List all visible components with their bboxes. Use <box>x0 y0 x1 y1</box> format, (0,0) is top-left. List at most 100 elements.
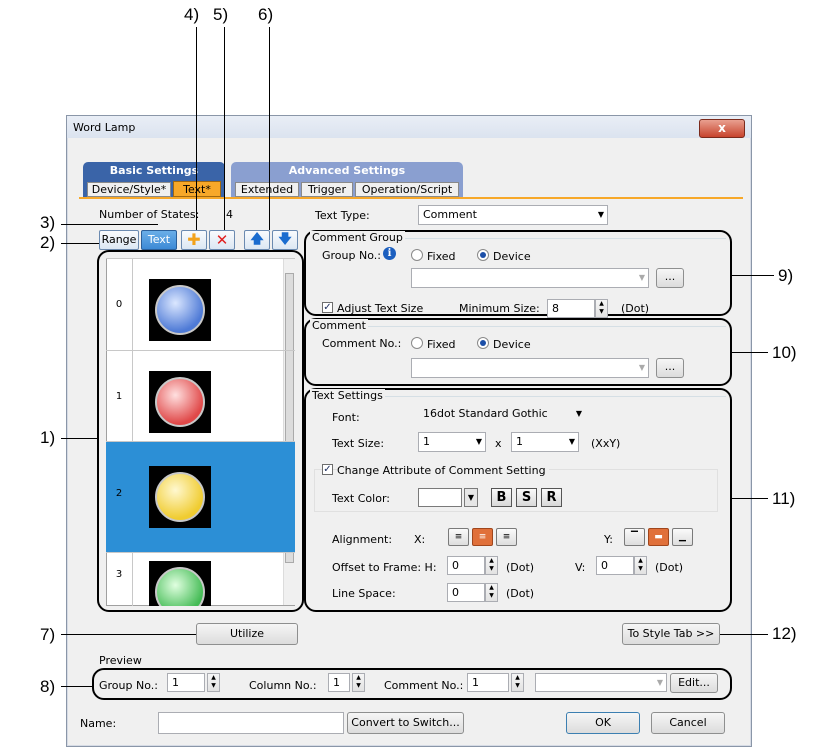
tab-device-style[interactable]: Device/Style* <box>87 182 171 197</box>
preview-column-spinner[interactable]: ▲ ▼ <box>352 673 365 692</box>
align-top-icon: ▔ <box>631 532 638 542</box>
font-label: Font: <box>332 411 360 424</box>
align-right-button[interactable]: ≡ <box>496 528 517 546</box>
alignment-x-label: X: <box>414 533 426 546</box>
change-attribute-checkbox[interactable]: ✓ <box>322 464 333 475</box>
callout-3: 3) <box>40 213 56 232</box>
group-fixed-label: Fixed <box>427 250 456 263</box>
leader-line-7 <box>61 634 196 635</box>
leader-line-4 <box>196 27 197 230</box>
leader-line-12 <box>720 634 768 635</box>
offset-h-input[interactable]: 0 <box>447 556 485 575</box>
group-browse-button[interactable]: ... <box>656 268 684 288</box>
align-middle-icon: ▬ <box>654 532 663 542</box>
comment-line <box>312 326 726 327</box>
text-size-x-value: 1 <box>423 435 430 448</box>
group-device-radio[interactable]: Device <box>477 249 531 263</box>
add-state-button[interactable]: ✚ <box>181 230 207 250</box>
text-button[interactable]: Text <box>141 230 177 250</box>
times-label: x <box>495 437 502 450</box>
text-color-dropdown[interactable]: ▼ <box>464 488 478 507</box>
edit-button[interactable]: Edit... <box>670 673 718 693</box>
adjust-text-size-checkbox[interactable]: ✓ <box>322 302 333 313</box>
preview-comment-spinner[interactable]: ▲ ▼ <box>511 673 524 692</box>
text-type-select[interactable]: Comment ▼ <box>418 205 608 225</box>
leader-line-11 <box>732 498 768 499</box>
move-up-button[interactable]: 🡅 <box>244 230 270 250</box>
range-button[interactable]: Range <box>99 230 139 250</box>
arrow-up-icon: 🡅 <box>250 232 264 247</box>
font-select[interactable]: 16dot Standard Gothic ▼ <box>418 404 586 424</box>
align-bottom-button[interactable]: ▁ <box>672 528 693 546</box>
align-right-icon: ≡ <box>502 532 511 542</box>
font-value: 16dot Standard Gothic <box>423 407 548 420</box>
leader-line-1 <box>61 438 97 439</box>
preview-group-spinner[interactable]: ▲ ▼ <box>207 673 220 692</box>
tab-trigger[interactable]: Trigger <box>301 182 353 197</box>
preview-title: Preview <box>99 654 142 667</box>
minimum-size-spinner[interactable]: ▲ ▼ <box>595 299 608 318</box>
align-bottom-icon: ▁ <box>679 532 686 542</box>
preview-comment-select[interactable]: ▼ <box>535 673 667 692</box>
align-center-icon: ≡ <box>478 532 487 542</box>
close-button[interactable]: x <box>699 119 745 138</box>
raised-button[interactable]: R <box>541 488 562 507</box>
chevron-down-icon: ▼ <box>568 437 575 446</box>
align-left-button[interactable]: ≡ <box>448 528 469 546</box>
ok-button[interactable]: OK <box>566 712 640 734</box>
offset-h-spinner[interactable]: ▲ ▼ <box>485 556 498 575</box>
line-space-unit: (Dot) <box>506 587 535 600</box>
offset-v-label: V: <box>575 561 586 574</box>
align-center-button[interactable]: ≡ <box>472 528 493 546</box>
info-icon[interactable]: i <box>383 247 396 260</box>
move-down-button[interactable]: 🡇 <box>272 230 298 250</box>
preview-comment-input[interactable]: 1 <box>467 673 509 692</box>
callout-10: 10) <box>772 343 797 362</box>
tab-extended[interactable]: Extended <box>235 182 299 197</box>
text-size-x-select[interactable]: 1 ▼ <box>418 432 486 452</box>
comment-device-radio[interactable]: Device <box>477 337 531 351</box>
group-fixed-radio[interactable]: Fixed <box>411 249 456 263</box>
leader-line-3 <box>61 224 158 225</box>
chevron-down-icon: ▼ <box>575 409 582 418</box>
offset-v-spinner[interactable]: ▲ ▼ <box>634 556 647 575</box>
text-size-y-select[interactable]: 1 ▼ <box>511 432 579 452</box>
text-type-value: Comment <box>423 208 477 221</box>
tab-group-advanced-settings: Advanced Settings <box>231 162 463 179</box>
bold-button[interactable]: B <box>491 488 512 507</box>
convert-to-switch-button[interactable]: Convert to Switch... <box>347 712 464 734</box>
align-top-button[interactable]: ▔ <box>624 528 645 546</box>
chevron-down-icon: ▼ <box>656 678 663 687</box>
group-no-label: Group No.: <box>322 249 381 262</box>
align-middle-button[interactable]: ▬ <box>648 528 669 546</box>
adjust-text-size-label: Adjust Text Size <box>337 302 424 315</box>
delete-state-button[interactable]: ✕ <box>209 230 235 250</box>
tab-operation-script[interactable]: Operation/Script <box>355 182 459 197</box>
line-space-input[interactable]: 0 <box>447 583 485 602</box>
tab-text[interactable]: Text* <box>173 181 221 197</box>
comment-fixed-radio[interactable]: Fixed <box>411 337 456 351</box>
minimum-size-input[interactable]: 8 <box>547 299 595 318</box>
group-device-field[interactable]: ▼ <box>411 268 649 288</box>
add-icon: ✚ <box>187 230 201 249</box>
minimum-size-label: Minimum Size: <box>459 302 540 315</box>
utilize-button[interactable]: Utilize <box>196 623 298 645</box>
preview-column-input[interactable]: 1 <box>328 673 350 692</box>
leader-line-10 <box>732 352 768 353</box>
comment-title: Comment <box>310 319 368 332</box>
shadow-button[interactable]: S <box>516 488 537 507</box>
number-of-states-value: 4 <box>226 208 233 221</box>
line-space-spinner[interactable]: ▲ ▼ <box>485 583 498 602</box>
offset-v-input[interactable]: 0 <box>596 556 634 575</box>
text-color-swatch[interactable] <box>418 488 462 507</box>
leader-line-2 <box>61 243 99 244</box>
comment-device-field[interactable]: ▼ <box>411 358 649 378</box>
to-style-tab-button[interactable]: To Style Tab >> <box>622 623 720 645</box>
xxy-label: (XxY) <box>591 437 621 450</box>
name-input[interactable] <box>158 712 344 734</box>
cancel-button[interactable]: Cancel <box>651 712 725 734</box>
comment-no-label: Comment No.: <box>322 337 402 350</box>
comment-browse-button[interactable]: ... <box>656 358 684 378</box>
title-bar: Word Lamp x <box>67 116 751 138</box>
preview-group-input[interactable]: 1 <box>167 673 205 692</box>
